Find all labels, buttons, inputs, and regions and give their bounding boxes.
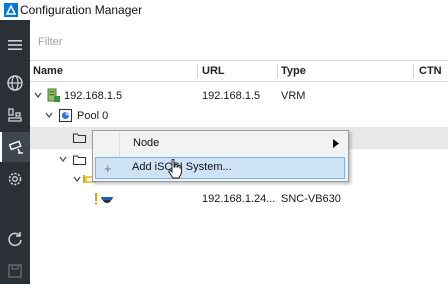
menu-item-label: Node xyxy=(133,137,160,149)
camera-device-icon xyxy=(8,140,23,154)
app-logo-icon xyxy=(4,3,18,17)
devices-button[interactable] xyxy=(0,132,30,162)
save-button[interactable] xyxy=(0,256,30,286)
column-header: Name URL Type CTN xyxy=(30,61,448,82)
user-groups-icon xyxy=(8,108,22,122)
window-title: Configuration Manager xyxy=(20,3,143,17)
tree-row-pool[interactable]: Pool 0 xyxy=(30,105,448,127)
tree-row-camera[interactable]: 192.168.1.24... SNC-VB630 xyxy=(30,188,448,210)
user-groups-button[interactable] xyxy=(0,100,30,130)
chevron-down-icon[interactable] xyxy=(72,174,82,184)
column-ctn[interactable]: CTN xyxy=(419,65,442,77)
tree-item-label: Pool 0 xyxy=(77,110,109,122)
column-type[interactable]: Type xyxy=(281,65,306,77)
refresh-button[interactable] xyxy=(0,224,30,254)
chevron-down-icon[interactable] xyxy=(44,110,54,120)
folder-icon xyxy=(72,155,87,166)
menu-item-node[interactable]: Node xyxy=(95,133,345,155)
gear-icon xyxy=(8,172,22,186)
chevron-down-icon[interactable] xyxy=(58,154,68,164)
folder-icon xyxy=(72,133,87,144)
tree-item-label: 192.168.1.5 xyxy=(64,90,123,102)
menu-item-add-iscsi-system[interactable]: + Add iSCSI System... xyxy=(95,157,345,179)
vrm-server-icon xyxy=(47,88,60,102)
tree-row-vrm[interactable]: 192.168.1.5 192.168.1.5 VRM xyxy=(30,85,448,107)
url-cell: 192.168.1.5 xyxy=(202,90,261,102)
type-cell: VRM xyxy=(281,90,306,102)
filter-input[interactable] xyxy=(36,32,440,52)
add-icon: + xyxy=(104,161,112,176)
save-icon xyxy=(8,264,22,278)
context-menu: Node + Add iSCSI System... xyxy=(92,130,349,182)
side-navigation xyxy=(0,20,30,284)
hand-cursor-icon xyxy=(168,159,182,179)
chevron-down-icon[interactable] xyxy=(33,90,43,100)
filter-bar xyxy=(30,20,448,61)
pool-icon xyxy=(58,108,73,123)
menu-button[interactable] xyxy=(0,30,30,60)
refresh-icon xyxy=(8,232,22,247)
settings-button[interactable] xyxy=(0,164,30,194)
column-name[interactable]: Name xyxy=(33,65,63,77)
column-divider[interactable] xyxy=(197,64,198,78)
network-scan-button[interactable] xyxy=(0,68,30,98)
submenu-arrow-icon xyxy=(333,139,339,148)
column-divider[interactable] xyxy=(413,64,414,78)
globe-icon xyxy=(7,75,23,91)
column-divider[interactable] xyxy=(277,64,278,78)
type-cell: SNC-VB630 xyxy=(281,193,341,205)
url-cell: 192.168.1.24... xyxy=(202,193,276,205)
title-bar: Configuration Manager xyxy=(0,0,448,21)
camera-warning-icon xyxy=(95,193,113,205)
column-url[interactable]: URL xyxy=(202,65,225,77)
hamburger-menu-icon xyxy=(8,40,22,50)
